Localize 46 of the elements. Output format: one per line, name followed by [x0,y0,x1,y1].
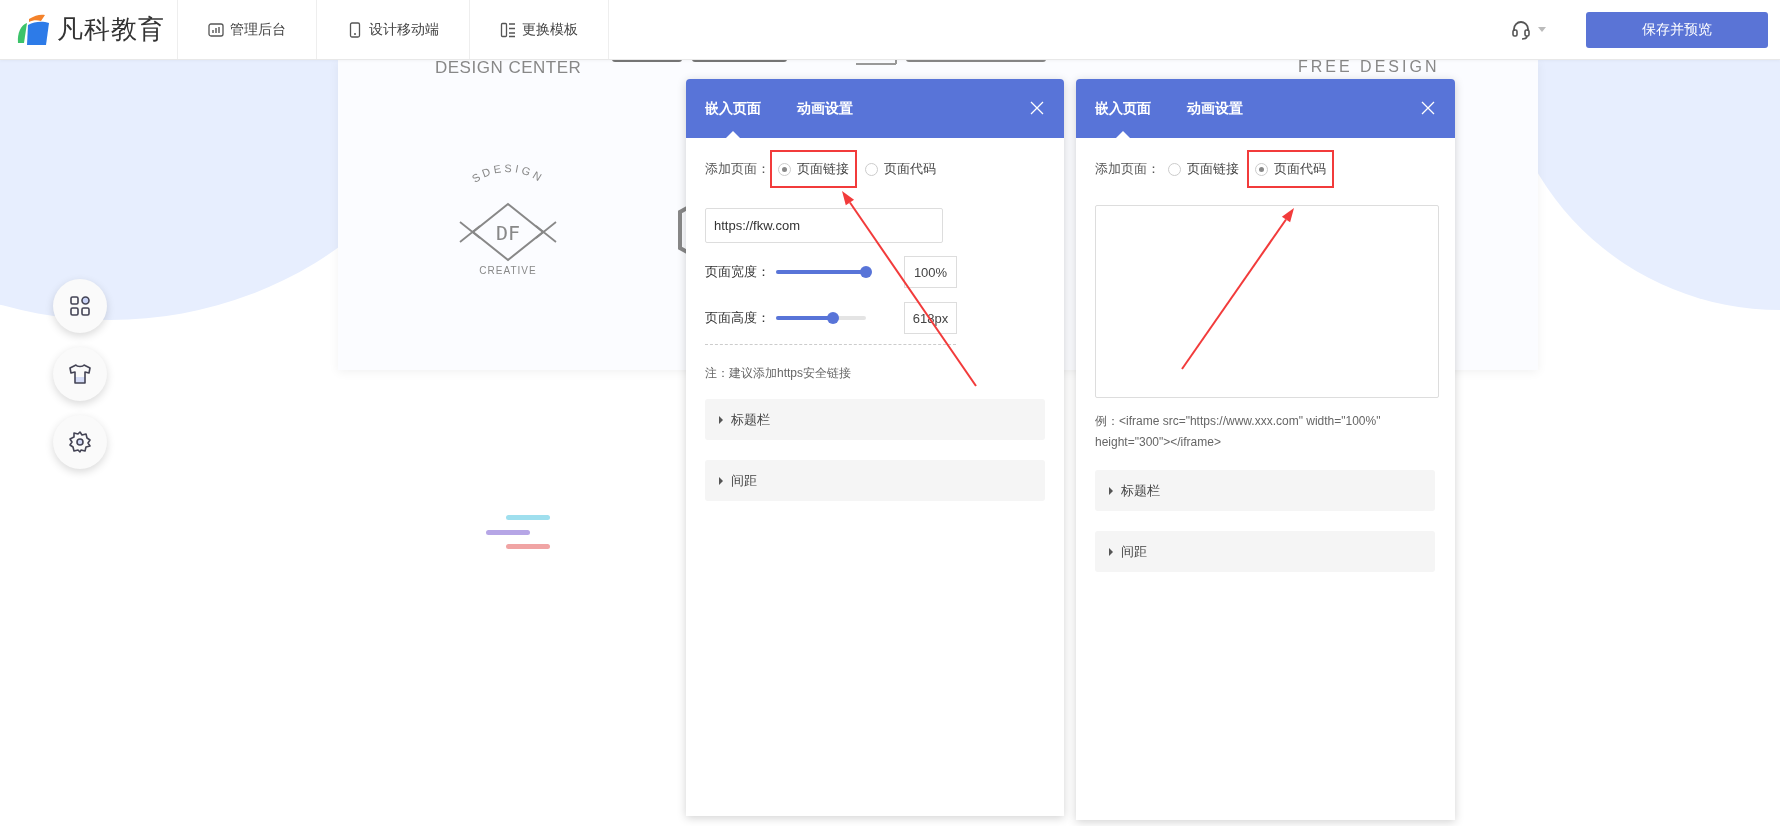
settings-icon [68,430,92,454]
radio-option[interactable]: 页面代码 [1247,150,1334,188]
logo-monogram: DF [495,221,521,245]
t-shirt-icon [68,363,92,385]
collapsible-section[interactable]: 间距 [705,460,1045,501]
settings-button[interactable] [53,415,107,469]
diamond-logo-icon [459,202,557,262]
headset-icon[interactable] [1510,18,1532,41]
brand-name: 凡科教育 [57,13,165,46]
radio-option[interactable]: 页面代码 [857,150,944,188]
layout-icon [500,21,516,38]
collapsible-section[interactable]: 标题栏 [705,399,1045,440]
logo-arc-text: SDESIGN [469,161,547,185]
theme-button[interactable] [53,347,107,401]
collapsible-section[interactable]: 标题栏 [1095,470,1435,511]
url-input-field[interactable]: https://fkw.com [705,208,943,243]
logo-caption: FREE DESIGN [1298,58,1440,76]
bar-chart-icon [208,21,224,38]
slider-label: 页面宽度： [705,263,770,281]
field-label: 添加页面： [705,160,770,178]
save-preview-button[interactable]: 保存并预览 [1586,11,1768,48]
panel-tab[interactable]: 动画设置 [1187,79,1243,138]
code-input-field[interactable] [1095,205,1439,398]
phone-icon [347,21,363,38]
example-text: 例：<iframe src="https://www.xxx.com" width="100%" height="300"></iframe> [1095,413,1382,451]
field-label: 添加页面： [1095,160,1160,178]
slider-thumb[interactable] [860,266,872,278]
nav-link[interactable]: 管理后台 [178,0,317,59]
logo-caption: DESIGN CENTER [435,58,582,78]
slider-thumb[interactable] [826,312,839,324]
panel-tab[interactable]: 动画设置 [797,79,853,138]
close-icon[interactable] [1420,100,1436,116]
nav-link[interactable]: 设计移动端 [317,0,470,59]
radio-option[interactable]: 页面链接 [1160,150,1247,188]
logo-tagline: CREATIVE [479,265,537,276]
nav-link[interactable]: 更换模板 [470,0,609,59]
grid-icon [69,295,91,317]
loading-lines-drawing [486,515,552,549]
slider-label: 页面高度： [705,309,770,327]
close-icon[interactable] [1029,100,1045,116]
value-input-field[interactable]: 100% [904,256,957,288]
radio-option[interactable]: 页面链接 [770,150,857,188]
collapsible-section[interactable]: 间距 [1095,531,1435,572]
panel-tab[interactable]: 嵌入页面 [705,79,761,138]
hint-text: 注：建议添加https安全链接 [705,365,852,382]
panel-tab[interactable]: 嵌入页面 [1095,79,1151,138]
